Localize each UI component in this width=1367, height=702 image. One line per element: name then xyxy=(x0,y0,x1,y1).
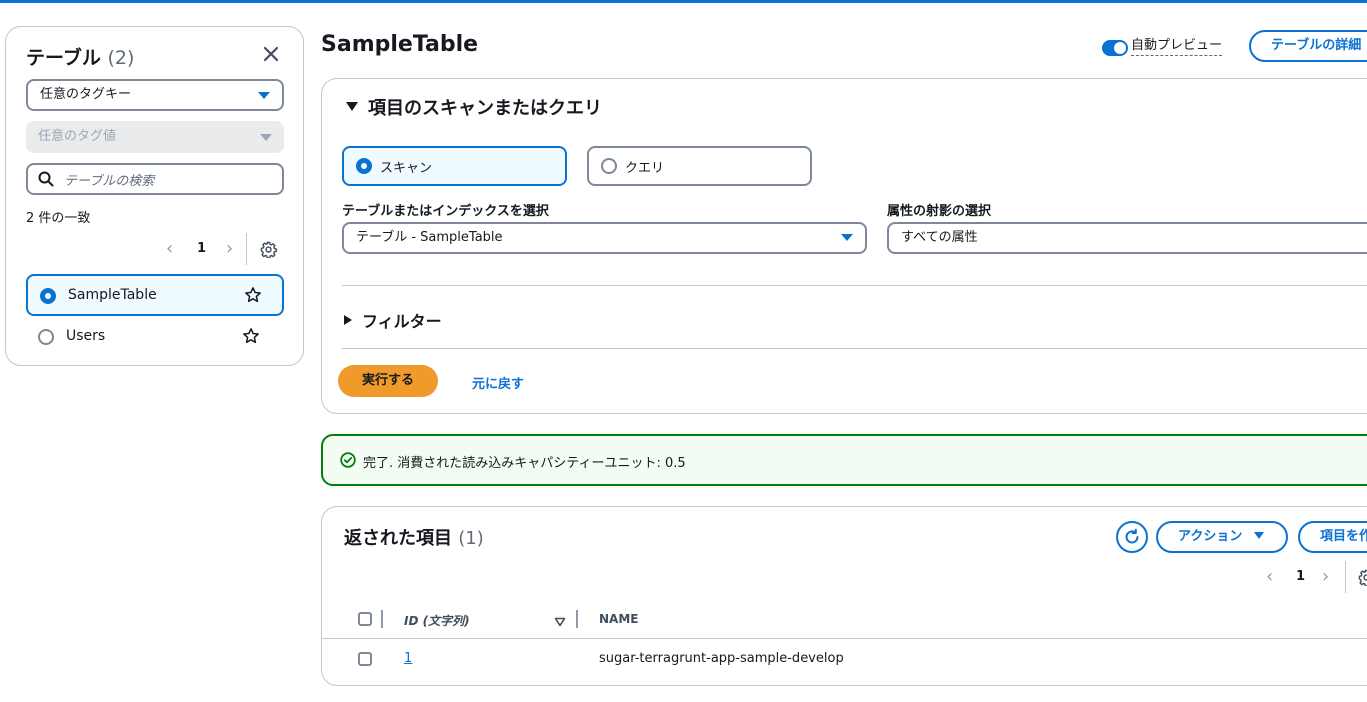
caret-down-icon xyxy=(1254,532,1265,539)
index-select-label: テーブルまたはインデックスを選択 xyxy=(342,204,549,219)
projection-select-value: すべての属性 xyxy=(901,230,978,245)
table-details-button[interactable]: テーブルの詳細 xyxy=(1249,30,1367,62)
caret-down-icon xyxy=(258,92,270,99)
scan-query-section-title[interactable]: 項目のスキャンまたはクエリ xyxy=(344,94,602,120)
auto-preview-toggle[interactable] xyxy=(1102,40,1128,56)
run-button[interactable]: 実行する xyxy=(338,365,438,397)
star-icon[interactable] xyxy=(244,286,262,308)
alert-message: 完了. 消費された読み込みキャパシティーユニット: 0.5 xyxy=(363,456,686,471)
refresh-button[interactable] xyxy=(1116,521,1148,553)
radio-selected-icon[interactable] xyxy=(356,158,372,174)
star-icon[interactable] xyxy=(242,327,260,349)
chevron-right-icon[interactable]: › xyxy=(226,239,233,259)
projection-select-label: 属性の射影の選択 xyxy=(887,204,992,219)
match-count: 2 件の一致 xyxy=(26,211,91,226)
radio-unselected-icon[interactable] xyxy=(601,158,617,174)
tag-key-select[interactable]: 任意のタグキー xyxy=(26,79,284,111)
tables-panel-title: テーブル (2) xyxy=(26,43,134,70)
tag-key-select-value: 任意のタグキー xyxy=(40,87,132,102)
column-header-name[interactable]: NAME xyxy=(599,612,638,626)
results-title: 返された項目 (1) xyxy=(344,524,484,550)
check-circle-icon xyxy=(340,452,356,468)
results-count: (1) xyxy=(458,528,484,549)
table-item-label: Users xyxy=(66,328,106,344)
run-button-label: 実行する xyxy=(361,373,414,388)
create-item-button[interactable]: 項目を作 xyxy=(1298,521,1367,553)
radio-unselected-icon[interactable] xyxy=(38,329,54,345)
column-header-id[interactable]: ID (文字列) xyxy=(404,612,470,629)
filter-label: フィルター xyxy=(362,312,442,331)
tables-panel: テーブル (2) 任意のタグキー 任意のタグ値 テーブルの検索 2 件の一致 ‹… xyxy=(5,26,304,366)
table-item-label: SampleTable xyxy=(68,287,157,303)
gear-icon[interactable] xyxy=(260,241,277,262)
scan-query-title-text: 項目のスキャンまたはクエリ xyxy=(368,98,602,119)
row-name-cell: sugar-terragrunt-app-sample-develop xyxy=(599,651,844,666)
divider xyxy=(342,348,1367,349)
results-pagination: ‹ 1 › xyxy=(1266,561,1367,593)
row-checkbox[interactable] xyxy=(358,652,372,666)
select-all-checkbox[interactable] xyxy=(358,612,372,626)
column-separator xyxy=(576,610,578,628)
search-placeholder: テーブルの検索 xyxy=(64,174,155,189)
divider xyxy=(342,285,1367,286)
tables-pagination: ‹ 1 › xyxy=(166,233,286,265)
column-separator xyxy=(381,610,383,628)
success-alert: 完了. 消費された読み込みキャパシティーユニット: 0.5 xyxy=(321,434,1367,486)
actions-button-label: アクション xyxy=(1178,529,1243,544)
table-item-sampletable[interactable]: SampleTable xyxy=(26,274,284,316)
search-icon xyxy=(38,171,54,187)
header-divider xyxy=(322,638,1367,639)
pagination-divider xyxy=(1345,561,1346,593)
mode-query-label: クエリ xyxy=(625,161,665,176)
tables-title-text: テーブル xyxy=(26,47,101,69)
page-number[interactable]: 1 xyxy=(197,241,206,256)
filter-expander[interactable]: フィルター xyxy=(344,308,442,332)
table-item-users[interactable]: Users xyxy=(26,317,284,359)
table-details-button-label: テーブルの詳細 xyxy=(1271,38,1362,53)
mode-scan-option[interactable]: スキャン xyxy=(342,146,567,186)
index-select-value: テーブル - SampleTable xyxy=(356,230,503,245)
row-id-link[interactable]: 1 xyxy=(404,651,412,666)
radio-selected-icon[interactable] xyxy=(40,288,56,304)
chevron-left-icon[interactable]: ‹ xyxy=(166,239,173,259)
index-select[interactable]: テーブル - SampleTable xyxy=(342,222,867,254)
tables-count: (2) xyxy=(107,47,135,69)
caret-down-icon xyxy=(841,234,853,241)
close-icon[interactable] xyxy=(260,43,282,65)
projection-select[interactable]: すべての属性 xyxy=(887,222,1367,254)
mode-query-option[interactable]: クエリ xyxy=(587,146,812,186)
chevron-right-icon[interactable]: › xyxy=(1322,567,1329,587)
chevron-left-icon[interactable]: ‹ xyxy=(1266,567,1273,587)
tag-value-select-value: 任意のタグ値 xyxy=(38,129,117,144)
table-search-input[interactable]: テーブルの検索 xyxy=(26,163,284,195)
gear-icon[interactable] xyxy=(1358,569,1367,590)
caret-down-icon xyxy=(260,134,272,141)
pagination-divider xyxy=(246,233,247,265)
page-title: SampleTable xyxy=(321,32,479,57)
results-panel: 返された項目 (1) アクション 項目を作 ‹ 1 › ID (文字列) NAM… xyxy=(321,506,1367,686)
results-title-text: 返された項目 xyxy=(344,528,452,549)
refresh-icon xyxy=(1125,528,1139,544)
auto-preview-label[interactable]: 自動プレビュー xyxy=(1131,38,1223,56)
top-accent-bar xyxy=(0,0,1367,3)
actions-button[interactable]: アクション xyxy=(1156,521,1288,553)
table-header: ID (文字列) NAME xyxy=(322,603,1367,639)
create-item-button-label: 項目を作 xyxy=(1320,529,1367,544)
sort-descending-icon[interactable] xyxy=(554,615,566,631)
scan-query-panel: 項目のスキャンまたはクエリ スキャン クエリ テーブルまたはインデックスを選択 … xyxy=(321,78,1367,414)
page-number[interactable]: 1 xyxy=(1296,569,1305,584)
mode-scan-label: スキャン xyxy=(380,161,433,176)
reset-button[interactable]: 元に戻す xyxy=(472,373,524,392)
tag-value-select: 任意のタグ値 xyxy=(26,121,284,153)
caret-right-icon xyxy=(344,315,352,325)
